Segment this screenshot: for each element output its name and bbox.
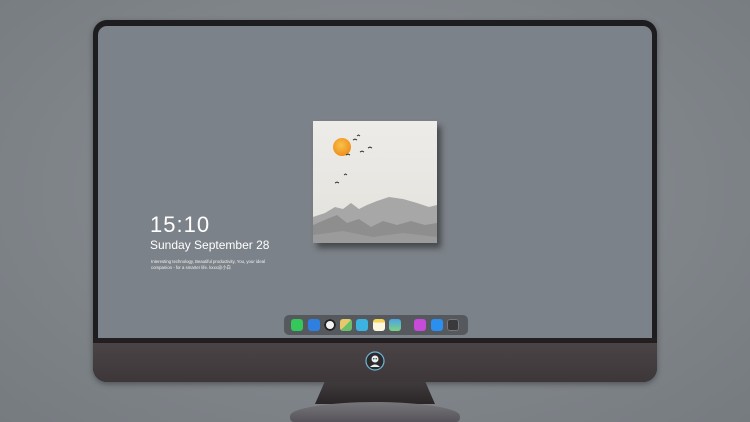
photos-icon[interactable] [389,319,401,331]
files-icon[interactable] [308,319,320,331]
messages-icon[interactable] [291,319,303,331]
desktop-screen: 15:10 Sunday September 28 Interesting te… [98,26,652,338]
clock-time: 15:10 [150,212,211,237]
brand-logo-icon [365,351,385,371]
clock-icon[interactable] [324,319,336,331]
notes-icon[interactable] [373,319,385,331]
clock-caption: Interesting technology, Beautiful produc… [151,259,266,270]
landscape-photo-widget[interactable] [313,121,437,243]
monitor-stand-neck [315,382,435,404]
clapper-icon[interactable] [356,319,368,331]
monitor-stand-base [290,402,460,422]
dock [284,315,468,335]
landscape-painting-image [313,121,437,243]
app-store-icon[interactable] [431,319,443,331]
camera-icon[interactable] [447,319,459,331]
music-icon[interactable] [414,319,426,331]
maps-icon[interactable] [340,319,352,331]
sun-icon [333,138,351,156]
imac-monitor: 15:10 Sunday September 28 Interesting te… [93,20,657,382]
clock-date: Sunday September 28 [150,238,270,252]
